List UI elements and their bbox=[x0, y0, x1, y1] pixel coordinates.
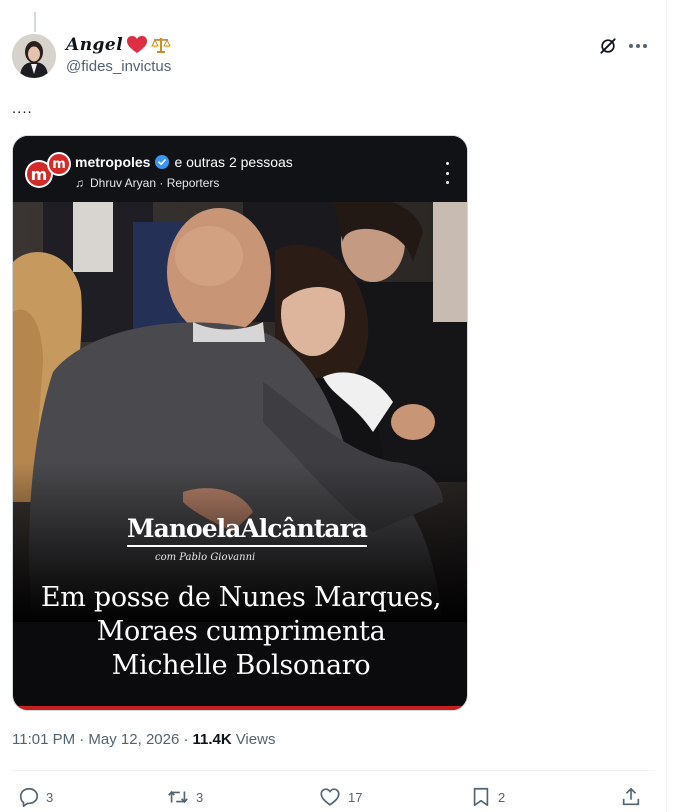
handle[interactable]: @fides_invictus bbox=[66, 58, 171, 75]
display-name[interactable]: 𝑨𝒏𝒈𝒆𝒍 bbox=[66, 35, 123, 55]
headline-line: Michelle Bolsonaro bbox=[111, 650, 371, 681]
logo-letter-small: m bbox=[49, 154, 69, 174]
like-button[interactable]: 17 bbox=[318, 784, 362, 810]
avatar[interactable] bbox=[12, 34, 56, 78]
meta-separator: · bbox=[179, 731, 189, 748]
more-icon[interactable] bbox=[624, 34, 652, 58]
repost-icon bbox=[168, 790, 188, 804]
reply-count: 3 bbox=[46, 789, 54, 805]
verified-badge-icon bbox=[155, 155, 170, 169]
bookmark-button[interactable]: 2 bbox=[470, 784, 505, 810]
tweet-header: 𝑨𝒏𝒈𝒆𝒍 @fides_invictus bbox=[66, 34, 171, 75]
action-bar: 3 3 17 2 bbox=[12, 784, 654, 810]
views-count[interactable]: 11.4K bbox=[193, 731, 232, 748]
brand-subtitle: com Pablo Giovanni bbox=[155, 552, 256, 563]
scales-emoji-icon bbox=[151, 36, 172, 54]
views-label: Views bbox=[235, 731, 276, 748]
reel-header: m m metropoles e outras 2 pessoas ♫ Dhru… bbox=[13, 136, 467, 202]
metropoles-logo-badge-icon: m bbox=[47, 152, 71, 176]
bookmark-icon bbox=[473, 787, 489, 807]
metropoles-logo-icon: m m bbox=[25, 152, 71, 188]
repost-button[interactable]: 3 bbox=[166, 784, 203, 810]
reel-audio: ♫ Dhruv Aryan · Reporters bbox=[75, 176, 219, 190]
music-note-icon: ♫ bbox=[75, 176, 84, 190]
headline-line: Em posse de Nunes Marques, bbox=[40, 582, 442, 613]
tweet-meta: 11:01 PM · May 12, 2026 · 11.4K Views bbox=[12, 731, 275, 748]
heart-emoji-icon bbox=[127, 36, 148, 54]
grok-icon[interactable] bbox=[596, 34, 620, 58]
reel-more-icon bbox=[441, 162, 453, 184]
divider bbox=[12, 770, 654, 771]
heart-icon bbox=[320, 788, 340, 806]
share-icon bbox=[622, 787, 640, 806]
share-button[interactable] bbox=[620, 784, 642, 810]
brand-red-bar bbox=[13, 706, 467, 710]
name-row: 𝑨𝒏𝒈𝒆𝒍 bbox=[66, 34, 172, 56]
reel-audio-label: Dhruv Aryan · Reporters bbox=[90, 176, 220, 190]
thread-connector bbox=[34, 12, 36, 32]
reply-icon bbox=[19, 787, 39, 807]
timestamp[interactable]: 11:01 PM · May 12, 2026 bbox=[12, 731, 179, 748]
headline-line: Moraes cumprimenta bbox=[96, 616, 386, 647]
bookmark-count: 2 bbox=[498, 789, 506, 805]
tweet-media[interactable]: m m metropoles e outras 2 pessoas ♫ Dhru… bbox=[12, 135, 468, 711]
reel-collaborators: e outras 2 pessoas bbox=[174, 154, 293, 170]
brand-title: ManoelaAlcântara bbox=[127, 514, 368, 547]
like-count: 17 bbox=[348, 789, 363, 805]
tweet-text: .... bbox=[12, 100, 33, 117]
reel-account: metropoles e outras 2 pessoas bbox=[75, 154, 293, 170]
timeline-border bbox=[666, 0, 667, 812]
headline: Em posse de Nunes Marques, Moraes cumpri… bbox=[13, 581, 467, 683]
reel-account-name: metropoles bbox=[75, 154, 151, 170]
reply-button[interactable]: 3 bbox=[18, 784, 53, 810]
repost-count: 3 bbox=[196, 789, 204, 805]
